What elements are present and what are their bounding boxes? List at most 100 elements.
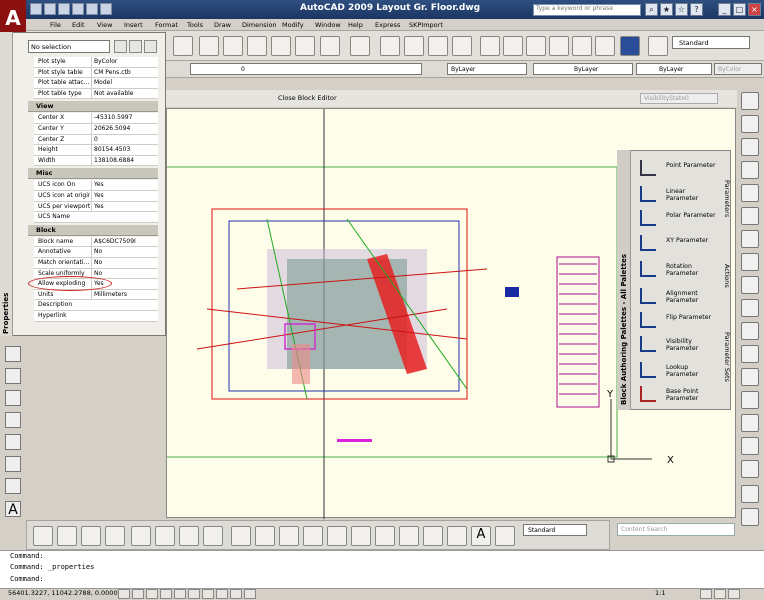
open-icon[interactable] [44,3,56,15]
plotstyle-select[interactable]: ByColor [714,63,762,75]
linear-dim-icon[interactable] [33,526,53,546]
layer-select[interactable]: 0 [190,63,422,75]
hatch-icon[interactable] [5,390,21,406]
tab-actions[interactable]: Actions [723,264,731,288]
print-icon[interactable] [72,3,84,15]
ordinate-icon[interactable] [105,526,125,546]
lwt-icon[interactable] [230,589,242,599]
property-row[interactable]: Description [34,300,158,311]
palette-item[interactable]: Visibility Parameter [636,334,716,356]
circle-icon[interactable] [5,456,21,472]
tolerance-icon[interactable] [351,526,371,546]
select-objects-icon[interactable] [129,40,142,53]
property-value[interactable]: CM Pens.ctb [91,67,157,78]
offset-icon[interactable] [741,161,759,179]
ortho-icon[interactable] [146,589,158,599]
aligned-dim-icon[interactable] [57,526,77,546]
help-icon[interactable]: ? [690,3,703,16]
maximize-icon[interactable]: □ [733,3,746,16]
close-block-editor-button[interactable]: Close Block Editor [278,94,337,102]
toggle-pickadd-icon[interactable] [114,40,127,53]
close-icon[interactable]: × [748,3,761,16]
color-select[interactable]: ByLayer [447,63,527,75]
property-row[interactable]: Block name A$C6DC7509I [34,236,158,248]
ducs-icon[interactable] [202,589,214,599]
property-value[interactable]: 20626.5094 [91,124,157,134]
fillet-icon[interactable] [741,414,759,432]
property-row[interactable]: Annotative No [34,247,158,258]
menu-draw[interactable]: Draw [214,21,231,29]
redo-icon[interactable] [100,3,112,15]
baseline-icon[interactable] [255,526,275,546]
properties-palette-icon[interactable] [480,36,500,56]
snap-icon[interactable] [118,589,130,599]
property-value[interactable]: Not available [91,88,157,99]
selection-select[interactable]: No selection [28,40,110,53]
property-value[interactable]: Yes [91,191,157,201]
undo-icon[interactable] [86,3,98,15]
menu-view[interactable]: View [97,21,112,29]
sheet-set-icon[interactable] [549,36,569,56]
clean-screen-icon[interactable] [728,589,740,599]
tab-parameters[interactable]: Parameters [723,180,731,217]
help-icon[interactable] [620,36,640,56]
angular-dim-icon[interactable] [203,526,223,546]
cut-icon[interactable] [199,36,219,56]
match-properties-icon[interactable] [271,36,291,56]
lock-icon[interactable] [714,589,726,599]
menu-insert[interactable]: Insert [124,21,143,29]
quick-select-icon[interactable] [144,40,157,53]
menu-window[interactable]: Window [315,21,341,29]
palette-item[interactable]: Rotation Parameter [636,259,716,281]
palette-item[interactable]: Polar Parameter [636,208,716,230]
property-value[interactable]: ByColor [91,57,157,67]
linetype-select[interactable]: ByLayer [533,63,633,75]
property-row[interactable]: Plot table type Not available [34,88,158,100]
pan-icon[interactable] [380,36,400,56]
osnap-icon[interactable] [174,589,186,599]
property-row[interactable]: Plot table attac... Model [34,78,158,89]
property-row[interactable]: UCS Name [34,212,158,223]
help-search-input[interactable]: Type a keyword or phrase [533,4,641,16]
diameter-dim-icon[interactable] [179,526,199,546]
property-row[interactable]: UCS icon at origin Yes [34,191,158,202]
join-icon[interactable] [741,368,759,386]
markup-icon[interactable] [572,36,592,56]
menu-tools[interactable]: Tools [187,21,203,29]
copy-icon[interactable] [223,36,243,56]
property-row[interactable]: Units Millimeters [34,289,158,301]
scale-icon[interactable] [741,253,759,271]
block-editor-icon[interactable] [295,36,315,56]
mirror-icon[interactable] [741,138,759,156]
menu-modify[interactable]: Modify [282,21,304,29]
text-style-select[interactable]: Standard [672,36,750,49]
property-value[interactable]: -45310.5997 [91,113,157,124]
lineweight-select[interactable]: ByLayer [636,63,712,75]
section-header-misc[interactable]: Misc [28,168,158,180]
dim-text-edit-icon[interactable]: A [471,526,491,546]
inspection-icon[interactable] [399,526,419,546]
erase-icon[interactable] [741,92,759,110]
palette-item[interactable]: Base Point Parameter [636,384,716,406]
property-row[interactable]: Width 138108.6884 [34,155,158,167]
continue-icon[interactable] [279,526,299,546]
palette-item[interactable]: Alignment Parameter [636,286,716,308]
redo-icon[interactable] [350,36,370,56]
property-row[interactable]: Match orientati... No [34,258,158,269]
copy-object-icon[interactable] [741,115,759,133]
command-window[interactable]: Command: Command: _properties Command: [0,550,764,588]
rotate-icon[interactable] [741,230,759,248]
explode-icon[interactable] [741,437,759,455]
section-header-view[interactable]: View [28,101,158,113]
rectangle-icon[interactable] [5,368,21,384]
command-prompt[interactable]: Command: [10,575,44,583]
menu-format[interactable]: Format [155,21,178,29]
zoom-window-icon[interactable] [428,36,448,56]
property-value[interactable]: 0 [91,134,157,145]
property-row[interactable]: Center X -45310.5997 [34,113,158,124]
qp-icon[interactable] [244,589,256,599]
property-value[interactable]: 80154.4503 [91,145,157,156]
layer-tools-icon[interactable] [741,485,759,503]
quickcalc-icon[interactable] [595,36,615,56]
new-icon[interactable] [30,3,42,15]
